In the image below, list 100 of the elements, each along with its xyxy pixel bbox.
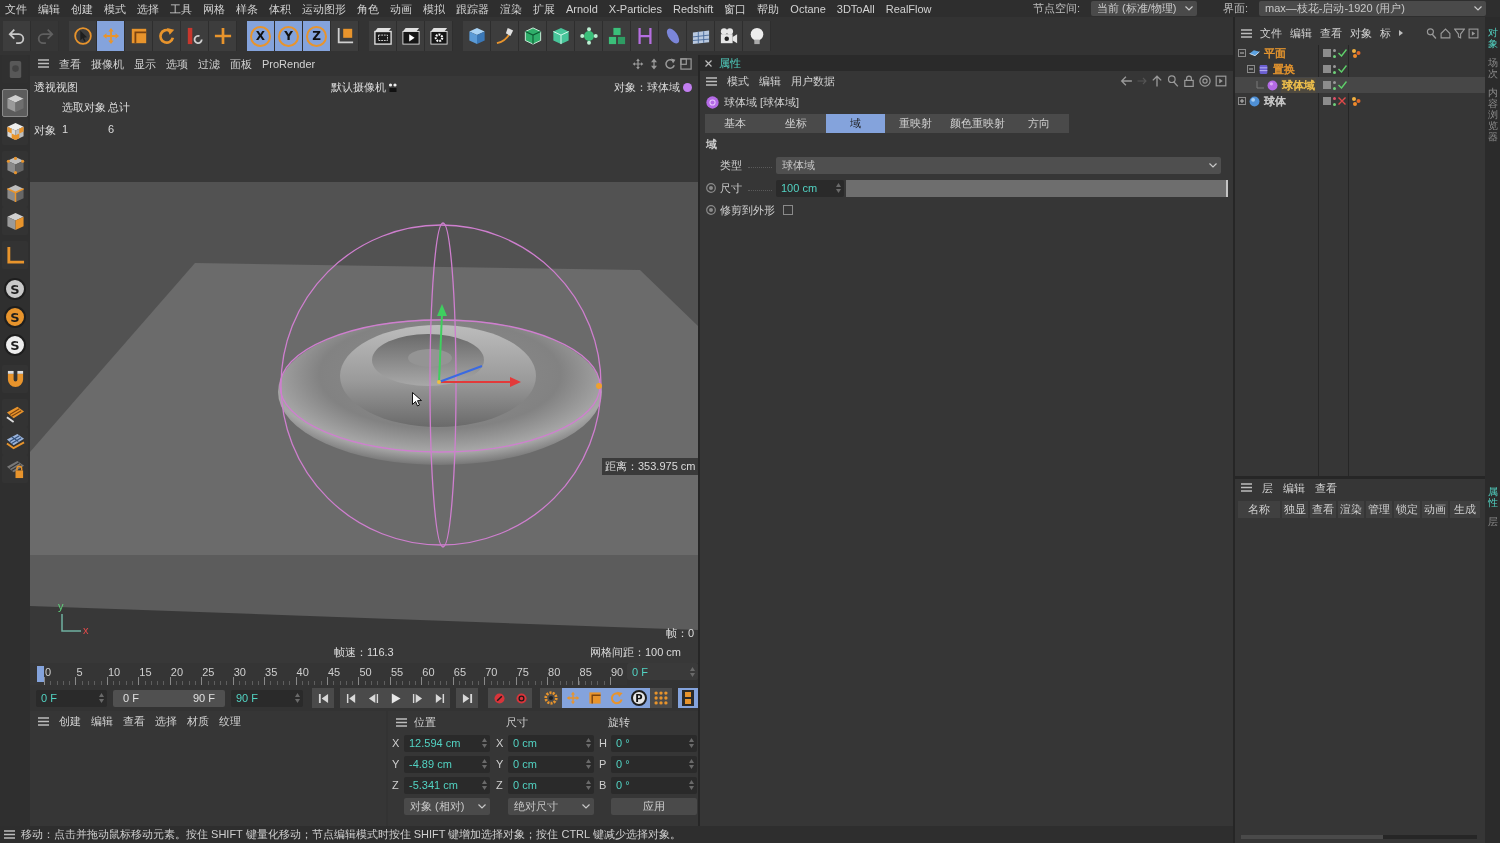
lock-icon[interactable] xyxy=(1183,75,1195,87)
menu-item[interactable]: 运动图形 xyxy=(302,1,346,16)
menu-item[interactable]: 跟踪器 xyxy=(456,1,489,16)
menu-icon[interactable] xyxy=(4,830,15,839)
cube-button[interactable] xyxy=(463,21,491,51)
visibility-dots-icon[interactable] xyxy=(1333,64,1336,74)
menu-item[interactable]: 面板 xyxy=(230,56,252,71)
menu-icon[interactable] xyxy=(706,76,717,86)
pen-button[interactable] xyxy=(491,21,519,51)
pan-icon[interactable] xyxy=(632,57,644,70)
plugin-badge-button[interactable]: S xyxy=(4,278,26,300)
menu-item[interactable]: 网格 xyxy=(203,1,225,16)
object-name[interactable]: 球体域 xyxy=(1281,77,1316,93)
prev-key-button[interactable] xyxy=(340,688,362,708)
menu-icon[interactable] xyxy=(1241,28,1252,38)
keyframe-ring-icon[interactable] xyxy=(706,205,716,215)
menu-item[interactable]: 模式 xyxy=(104,1,126,16)
menu-item[interactable]: 动画 xyxy=(390,1,412,16)
coordinate-field[interactable]: 0 ° xyxy=(611,734,697,752)
type-dropdown[interactable]: 球体域 xyxy=(776,156,1221,174)
menu-item[interactable]: 摄像机 xyxy=(91,56,124,71)
menu-item[interactable]: 角色 xyxy=(357,1,379,16)
collapse-box-icon[interactable] xyxy=(1247,65,1255,73)
menu-item[interactable]: 模拟 xyxy=(423,1,445,16)
tab[interactable]: 重映射 xyxy=(885,114,945,133)
axis-lock-button[interactable]: X xyxy=(247,21,275,51)
object-name[interactable]: 置换 xyxy=(1272,61,1296,77)
first-button[interactable] xyxy=(312,688,334,708)
coordinate-field[interactable]: -5.341 cm xyxy=(404,776,490,794)
key-points-button[interactable] xyxy=(650,688,672,708)
panel-tab[interactable]: 属性 xyxy=(1487,486,1498,508)
size-field[interactable]: 100 cm xyxy=(776,179,844,197)
column-header[interactable]: 锁定 xyxy=(1394,501,1420,518)
start-frame-field[interactable]: 0 F xyxy=(36,689,107,707)
coordinate-field[interactable]: -4.89 cm xyxy=(404,755,490,773)
menu-icon[interactable] xyxy=(396,717,407,727)
plugin-badge-button[interactable]: S xyxy=(4,306,26,328)
render-settings-button[interactable] xyxy=(425,21,453,51)
up-arrow-icon[interactable] xyxy=(1151,75,1163,87)
object-name[interactable]: 平面 xyxy=(1263,45,1287,61)
menu-item[interactable]: 对象 xyxy=(1350,26,1372,40)
coordinate-field[interactable]: 12.594 cm xyxy=(404,734,490,752)
maximize-icon[interactable] xyxy=(680,57,692,70)
workplane-button[interactable] xyxy=(2,399,28,427)
node-space-dropdown[interactable]: 当前 (标准/物理) xyxy=(1090,1,1197,16)
deformer-button[interactable] xyxy=(631,21,659,51)
menu-item[interactable]: Redshift xyxy=(673,1,714,16)
filter-icon[interactable] xyxy=(1454,27,1465,39)
menu-item[interactable]: 3DToAll xyxy=(836,1,875,16)
collapse-box-icon[interactable] xyxy=(1238,49,1246,57)
axis-mode-button[interactable] xyxy=(2,241,28,269)
column-header[interactable]: 生成 xyxy=(1450,501,1480,518)
menu-item[interactable]: 编辑 xyxy=(1290,26,1312,40)
slider-track[interactable] xyxy=(846,179,1228,197)
camera-button[interactable] xyxy=(715,21,743,51)
check-icon[interactable] xyxy=(1338,65,1347,73)
move-button[interactable] xyxy=(97,21,125,51)
texture-button[interactable] xyxy=(2,117,28,145)
menu-item[interactable]: 体积 xyxy=(269,1,291,16)
render-region-button[interactable] xyxy=(369,21,397,51)
menu-item[interactable]: 窗口 xyxy=(724,1,747,16)
menu-item[interactable]: 编辑 xyxy=(1283,480,1305,495)
menu-item[interactable]: X-Particles xyxy=(608,1,662,16)
preview-range-bar[interactable]: 0 F 90 F xyxy=(113,689,225,707)
next-key-button[interactable] xyxy=(428,688,450,708)
coordinate-mode-dropdown[interactable]: 对象 (相对) xyxy=(404,797,490,815)
menu-item[interactable]: 渲染 xyxy=(500,1,522,16)
tag-icon[interactable] xyxy=(1352,96,1361,106)
menu-item[interactable]: RealFlow xyxy=(885,1,932,16)
column-header[interactable]: 动画 xyxy=(1422,501,1448,518)
tab[interactable]: 基本 xyxy=(705,114,765,133)
coordinate-field[interactable]: 0 cm xyxy=(508,776,594,794)
menu-item[interactable]: 样条 xyxy=(236,1,258,16)
column-header[interactable]: 独显 xyxy=(1282,501,1308,518)
more-arrow-icon[interactable] xyxy=(1399,30,1403,36)
tag-icon[interactable] xyxy=(1352,48,1361,58)
checkbox[interactable] xyxy=(783,205,793,215)
visibility-dots-icon[interactable] xyxy=(1333,96,1336,106)
column-header[interactable]: 名称 xyxy=(1238,501,1280,518)
menu-item[interactable]: 标 xyxy=(1380,26,1391,40)
light-button[interactable] xyxy=(743,21,771,51)
end-frame-field[interactable]: 90 F xyxy=(231,689,303,707)
menu-item[interactable]: 过滤 xyxy=(198,56,220,71)
menu-item[interactable]: 查看 xyxy=(59,56,81,71)
visibility-dots-icon[interactable] xyxy=(1333,48,1336,58)
floor-button[interactable] xyxy=(687,21,715,51)
menu-item[interactable]: 编辑 xyxy=(759,74,781,88)
world-axis-button[interactable] xyxy=(209,21,237,51)
menu-item[interactable]: 层 xyxy=(1262,480,1273,495)
expand-box-icon[interactable] xyxy=(1238,97,1246,105)
mograph-button[interactable] xyxy=(603,21,631,51)
menu-item[interactable]: 查看 xyxy=(1320,26,1342,40)
close-icon[interactable] xyxy=(705,59,712,67)
menu-item[interactable]: Octane xyxy=(790,1,826,16)
panel-tab[interactable]: 层 xyxy=(1487,516,1498,527)
axis-lock-button[interactable]: Z xyxy=(303,21,331,51)
current-frame-field[interactable]: 0 F xyxy=(627,663,698,680)
column-header[interactable]: 渲染 xyxy=(1338,501,1364,518)
last-button[interactable] xyxy=(456,688,478,708)
check-icon[interactable] xyxy=(1338,49,1347,57)
